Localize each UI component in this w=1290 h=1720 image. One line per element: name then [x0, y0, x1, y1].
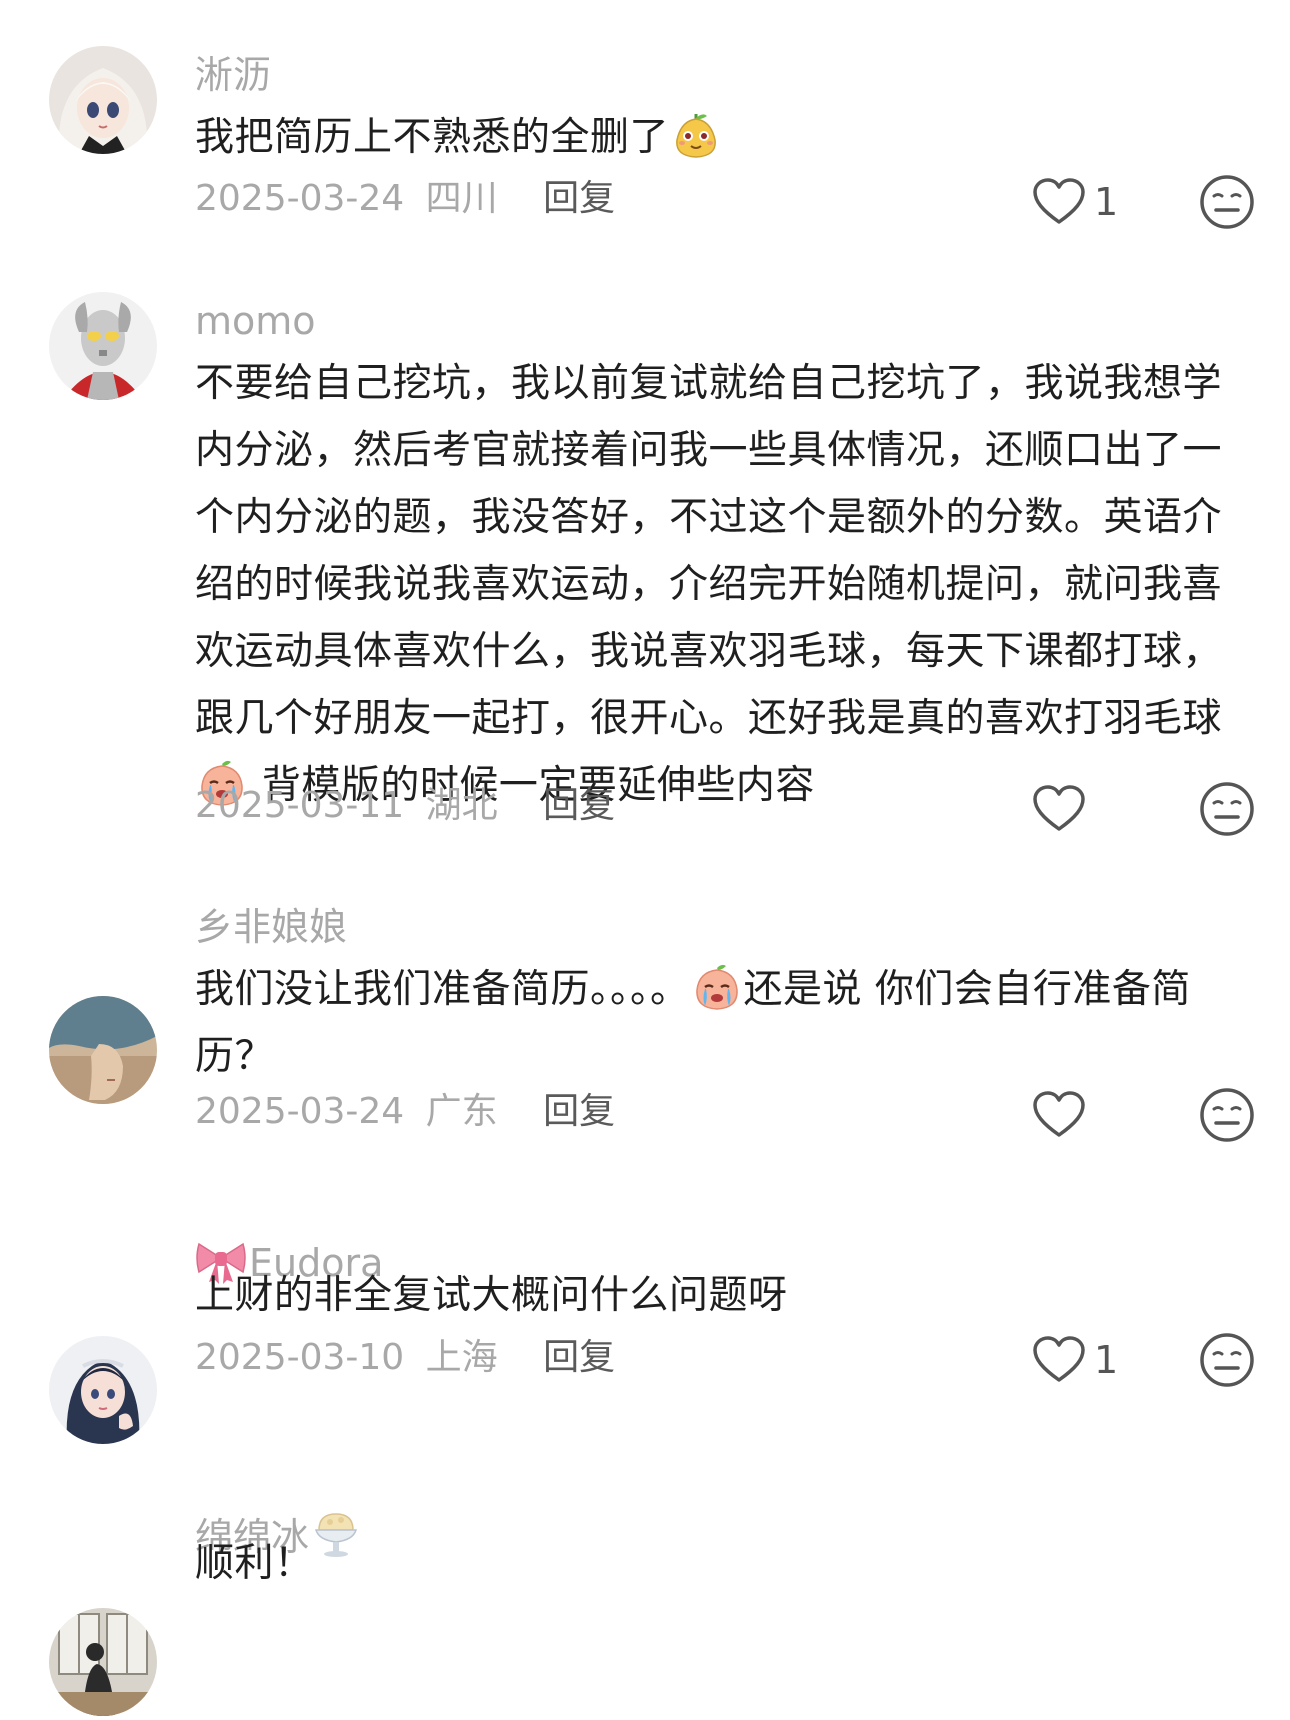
heart-outline-icon [1033, 1091, 1085, 1137]
reply-button[interactable]: 回复 [543, 1091, 615, 1132]
reply-button[interactable]: 回复 [543, 1337, 615, 1378]
like-count: 1 [1094, 180, 1119, 224]
doll-avatar-icon [49, 46, 157, 154]
comment-meta: 2025-03-24 广东 回复 [195, 1087, 615, 1137]
heart-outline-icon [1033, 1336, 1085, 1382]
comment-text: 上财的非全复试大概问什么问题呀 [195, 1262, 1255, 1329]
heart-outline-icon [1033, 178, 1085, 224]
comment-text: 不要给自己挖坑，我以前复试就给自己挖坑了，我说我想学内分泌，然后考官就接着问我一… [195, 350, 1255, 819]
ultraman-avatar-icon [49, 292, 157, 400]
comment-text: 顺利！ [195, 1530, 1255, 1597]
profile-hat-avatar-icon [49, 996, 157, 1104]
user-avatar[interactable] [49, 996, 157, 1104]
window-girl-avatar-icon [49, 1608, 157, 1716]
comment-text: 我们没让我们准备简历。。。。 还是说 你们会自行准备简历？ [195, 956, 1255, 1090]
username[interactable]: momo [195, 296, 316, 346]
heart-outline-icon [1033, 785, 1085, 831]
cheeky-pear-emoji-icon [676, 114, 716, 158]
username-text[interactable]: 淅沥 [195, 53, 271, 97]
comment-text-part: 我把简历上不熟悉的全删了 [195, 115, 670, 160]
comment-date: 2025-03-24 [195, 1091, 405, 1132]
comment-meta: 2025-03-24 四川 回复 [195, 174, 615, 224]
reply-button[interactable]: 回复 [543, 178, 615, 219]
meh-face-icon[interactable] [1198, 1086, 1256, 1144]
comment-meta: 2025-03-11 湖北 回复 [195, 781, 615, 831]
user-avatar[interactable] [49, 1336, 157, 1444]
like-button[interactable]: 1 [1032, 172, 1118, 232]
comment-region: 上海 [425, 1337, 498, 1378]
reply-button[interactable]: 回复 [543, 785, 615, 826]
like-count: 1 [1094, 1338, 1119, 1382]
user-avatar[interactable] [49, 46, 157, 154]
username-text[interactable]: 乡非娘娘 [195, 905, 347, 949]
username[interactable]: 淅沥 [195, 50, 271, 100]
username[interactable]: 乡非娘娘 [195, 902, 347, 952]
comment-text-part: 不要给自己挖坑，我以前复试就给自己挖坑了，我说我想学内分泌，然后考官就接着问我一… [195, 361, 1223, 741]
comment-date: 2025-03-11 [195, 785, 405, 826]
user-avatar[interactable] [49, 292, 157, 400]
comment-text-part: 我们没让我们准备简历。。。。 [195, 967, 690, 1012]
comment-region: 广东 [425, 1091, 498, 1132]
comment-region: 四川 [425, 178, 498, 219]
comment-text-part: 上财的非全复试大概问什么问题呀 [195, 1273, 788, 1318]
crying-peach-emoji-icon [695, 964, 738, 1010]
comment-region: 湖北 [425, 785, 498, 826]
meh-face-icon[interactable] [1198, 1331, 1256, 1389]
anime-girl-avatar-icon [49, 1336, 157, 1444]
like-button[interactable]: 1 [1032, 1330, 1118, 1390]
like-button[interactable] [1032, 1085, 1094, 1145]
username-text[interactable]: momo [195, 299, 316, 343]
comment-text: 我把简历上不熟悉的全删了 [195, 104, 1255, 171]
meh-face-icon[interactable] [1198, 173, 1256, 231]
comment-meta: 2025-03-10 上海 回复 [195, 1333, 615, 1383]
user-avatar[interactable] [49, 1608, 157, 1716]
meh-face-icon[interactable] [1198, 780, 1256, 838]
like-button[interactable] [1032, 779, 1094, 839]
comment-date: 2025-03-24 [195, 178, 405, 219]
comment-text-part: 顺利！ [195, 1541, 314, 1586]
comment-date: 2025-03-10 [195, 1337, 405, 1378]
